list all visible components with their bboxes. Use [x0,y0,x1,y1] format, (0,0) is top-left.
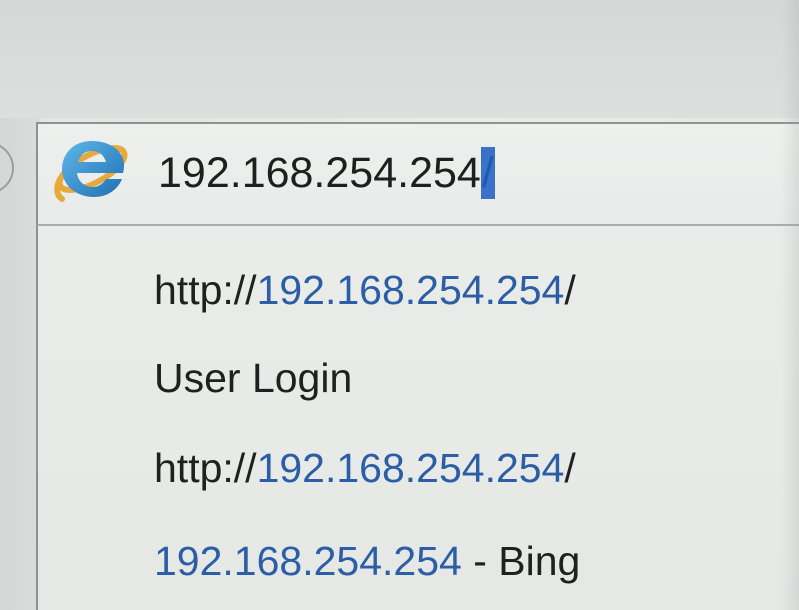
suggestion-search-provider: Bing [498,538,581,584]
suggestion-search-query: 192.168.254.254 [154,538,462,584]
suggestion-search-bing[interactable]: 192.168.254.254 - Bing [154,533,580,589]
screen-edge-shadow [781,0,799,610]
suggestion-url-suffix: / [564,445,576,491]
suggestion-page-title[interactable]: User Login [154,350,352,406]
address-typed-text: 192.168.254.254 [158,149,481,197]
internet-explorer-icon [54,141,128,202]
address-autocomplete-selection: / [480,147,495,199]
suggestion-url-host: 192.168.254.254 [256,445,565,491]
suggestion-search-separator: - [461,538,499,584]
suggestion-url-2[interactable]: http://192.168.254.254/ [154,440,576,496]
suggestion-url-scheme: http:// [154,445,257,491]
address-input[interactable]: 192.168.254.254/ [158,147,495,199]
suggestion-url-suffix: / [564,267,576,313]
suggestion-url-1[interactable]: http://192.168.254.254/ [154,262,576,318]
suggestion-url-scheme: http:// [154,267,257,313]
suggestion-url-host: 192.168.254.254 [256,267,565,313]
browser-toolbar-background [0,0,799,118]
suggestion-title-text: User Login [154,355,353,401]
window-left-area [0,118,40,610]
